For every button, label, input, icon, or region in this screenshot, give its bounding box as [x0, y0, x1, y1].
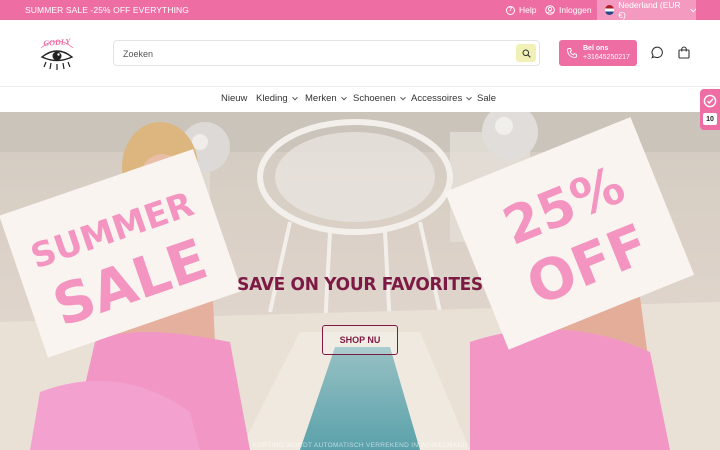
chat-button[interactable] — [651, 46, 664, 64]
review-count-badge: 10 — [703, 113, 717, 125]
user-icon — [545, 5, 555, 15]
nav-label: Schoenen — [353, 93, 396, 104]
main-navigation: Nieuw Kleding Merken Schoenen Accessoire… — [0, 86, 720, 112]
hero-banner[interactable]: SUMMER SALE 25% OFF SAVE ON YOUR FAVORIT… — [0, 112, 720, 450]
login-label: Inloggen — [559, 5, 592, 15]
country-label: Nederland (EUR €) — [618, 0, 681, 20]
search-button[interactable] — [516, 44, 536, 62]
login-link[interactable]: Inloggen — [545, 0, 592, 20]
help-icon: ? — [506, 5, 515, 15]
nav-item-merken[interactable]: Merken — [305, 93, 347, 104]
nav-label: Sale — [477, 93, 497, 104]
announcement-bar: SUMMER SALE -25% OFF EVERYTHING ? Help I… — [0, 0, 720, 20]
netherlands-flag-icon — [605, 5, 615, 15]
search-bar — [113, 40, 540, 66]
cart-button[interactable] — [678, 46, 690, 64]
nav-label: Kleding — [256, 93, 288, 104]
chevron-down-icon — [466, 94, 473, 100]
nav-label: Nieuw — [221, 93, 248, 104]
hero-headline: SAVE ON YOUR FAVORITES — [237, 274, 483, 296]
chevron-down-icon — [340, 94, 347, 100]
call-button[interactable]: Bel ons +31645250217 — [559, 40, 637, 66]
shopping-bag-icon — [678, 46, 690, 59]
chevron-down-icon — [689, 8, 696, 12]
chat-icon — [651, 46, 663, 59]
reviews-widget[interactable]: 10 — [700, 89, 720, 130]
search-input[interactable] — [123, 47, 513, 61]
help-link[interactable]: ? Help — [506, 0, 536, 20]
eye-logo-icon: GODLY — [40, 37, 74, 70]
country-selector[interactable]: Nederland (EUR €) — [597, 0, 696, 20]
shop-now-button[interactable]: SHOP NU — [322, 325, 398, 355]
discount-note: KORTING WORDT AUTOMATISCH VERREKEND IN W… — [252, 442, 468, 449]
help-label: Help — [519, 5, 537, 15]
chevron-down-icon — [399, 94, 406, 100]
svg-text:GODLY: GODLY — [43, 37, 71, 48]
phone-icon — [567, 48, 577, 58]
chevron-down-icon — [291, 94, 298, 100]
nav-item-nieuw[interactable]: Nieuw — [221, 93, 247, 104]
nav-item-schoenen[interactable]: Schoenen — [353, 93, 406, 104]
promo-text: SUMMER SALE -25% OFF EVERYTHING — [25, 5, 190, 15]
call-number: +31645250217 — [583, 54, 630, 61]
nav-item-sale[interactable]: Sale — [477, 93, 496, 104]
search-icon — [522, 49, 531, 58]
nav-item-accessoires[interactable]: Accessoires — [411, 93, 473, 104]
nav-label: Accessoires — [411, 93, 463, 104]
nav-label: Merken — [305, 93, 337, 104]
call-label: Bel ons — [583, 45, 609, 52]
brand-logo[interactable]: GODLY — [37, 36, 77, 72]
check-badge-icon — [703, 94, 717, 108]
nav-item-kleding[interactable]: Kleding — [256, 93, 298, 104]
